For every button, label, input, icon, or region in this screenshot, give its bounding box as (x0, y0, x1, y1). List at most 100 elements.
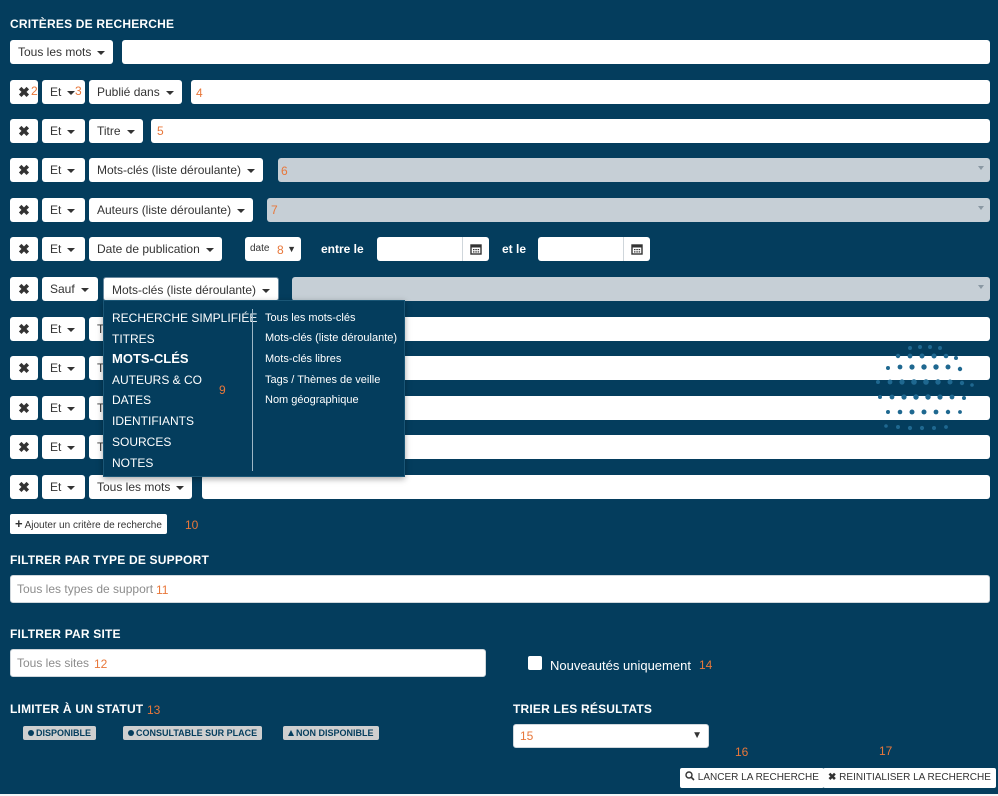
remove-row-button[interactable]: ✖ (10, 119, 38, 143)
field-select-row-7[interactable]: Mots-clés (liste déroulante) (103, 277, 280, 301)
operator-select-row-11[interactable]: Et (42, 435, 85, 459)
status-badge-unavailable[interactable]: NON DISPONIBLE (283, 726, 379, 740)
remove-row-button[interactable]: ✖ (10, 158, 38, 182)
field-select-row-5[interactable]: Auteurs (liste déroulante) (89, 198, 254, 222)
status-badge-available[interactable]: DISPONIBLE (23, 726, 97, 740)
date-mode-label: date (250, 243, 270, 254)
operator-label: Et (50, 361, 62, 375)
date-from-input[interactable] (377, 237, 489, 261)
operator-select-row-3[interactable]: Et (42, 119, 85, 143)
dropdown-category[interactable]: SOURCES (112, 435, 171, 449)
dropdown-category[interactable]: TITRES (112, 332, 155, 346)
close-icon: ✖ (18, 439, 30, 455)
dropdown-category[interactable]: IDENTIFIANTS (112, 414, 194, 428)
operator-select-row-8[interactable]: Et (42, 317, 85, 341)
search-term-input-row-1[interactable] (122, 40, 990, 64)
field-select-row-12[interactable]: Tous les mots (89, 475, 193, 499)
dot-icon (128, 730, 134, 736)
annotation-9: 9 (219, 383, 226, 397)
operator-select-row-6[interactable]: Et (42, 237, 85, 261)
close-icon: ✖ (18, 123, 30, 139)
remove-row-button[interactable]: ✖ (10, 317, 38, 341)
dropdown-category[interactable]: DATES (112, 393, 151, 407)
dropdown-divider (252, 309, 253, 471)
close-icon: ✖ (18, 321, 30, 337)
site-heading: FILTRER PAR SITE (10, 627, 121, 641)
operator-select-row-9[interactable]: Et (42, 356, 85, 380)
field-select-row-4[interactable]: Mots-clés (liste déroulante) (89, 158, 264, 182)
remove-row-button[interactable]: ✖ (10, 435, 38, 459)
field-select-row-6[interactable]: Date de publication (89, 237, 222, 261)
status-badge-onsite[interactable]: CONSULTABLE SUR PLACE (123, 726, 263, 740)
calendar-icon[interactable] (623, 237, 650, 261)
between-label: entre le (321, 242, 364, 256)
annotation-3: 3 (75, 84, 82, 98)
search-term-input-row-2[interactable] (191, 80, 990, 104)
field-select-row-1[interactable]: Tous les mots (10, 40, 114, 64)
keyword-select-row-7[interactable] (292, 277, 990, 301)
remove-row-button[interactable]: ✖ (10, 237, 38, 261)
and-label: et le (502, 242, 527, 256)
operator-label: Sauf (50, 282, 75, 296)
dropdown-category[interactable]: NOTES (112, 456, 153, 470)
dropdown-option[interactable]: Nom géographique (265, 394, 359, 406)
calendar-icon[interactable] (462, 237, 489, 261)
annotation-11: 11 (156, 583, 169, 597)
remove-row-button[interactable]: ✖ (10, 475, 38, 499)
caret-down-icon (126, 129, 135, 134)
small-caret-icon: ▼ (287, 244, 296, 254)
operator-select-row-4[interactable]: Et (42, 158, 85, 182)
annotation-17: 17 (879, 744, 893, 758)
search-term-input-row-12[interactable] (202, 475, 990, 499)
caret-down-icon (67, 208, 76, 213)
caret-down-icon (165, 90, 174, 95)
close-icon: ✖ (18, 162, 30, 178)
operator-label: Et (50, 322, 62, 336)
reset-search-button[interactable]: ✖ REINITIALISER LA RECHERCHE (823, 768, 996, 788)
date-mode-select[interactable]: date ▼ (245, 237, 301, 261)
plus-icon: + (15, 516, 23, 531)
remove-row-button[interactable]: ✖ (10, 396, 38, 420)
close-icon: ✖ (18, 281, 30, 297)
caret-down-icon (67, 327, 76, 332)
add-criterion-button[interactable]: + Ajouter un critère de recherche (10, 514, 167, 534)
dropdown-arrow-icon (978, 285, 984, 289)
remove-row-button[interactable]: ✖ (10, 198, 38, 222)
keyword-select-row-4[interactable] (278, 158, 990, 182)
caret-down-icon (237, 208, 246, 213)
field-select-label: Auteurs (liste déroulante) (97, 203, 232, 217)
launch-search-button[interactable]: LANCER LA RECHERCHE (680, 768, 824, 788)
field-select-row-3[interactable]: Titre (89, 119, 143, 143)
annotation-14: 14 (699, 658, 713, 672)
dropdown-option[interactable]: Tous les mots-clés (265, 312, 355, 324)
site-input[interactable]: Tous les sites (10, 649, 486, 677)
decorative-dots-icon (876, 345, 974, 431)
operator-label: Et (50, 242, 62, 256)
dropdown-option[interactable]: Mots-clés libres (265, 353, 341, 365)
field-select-row-2[interactable]: Publié dans (89, 80, 182, 104)
operator-select-row-10[interactable]: Et (42, 396, 85, 420)
caret-down-icon (67, 485, 76, 490)
close-icon: ✖ (18, 479, 30, 495)
date-to-input[interactable] (538, 237, 650, 261)
caret-down-icon (176, 485, 185, 490)
support-heading: FILTRER PAR TYPE DE SUPPORT (10, 553, 209, 567)
dropdown-category[interactable]: AUTEURS & CO (112, 373, 202, 387)
search-term-input-row-3[interactable] (151, 119, 990, 143)
remove-row-button[interactable]: ✖ (10, 356, 38, 380)
sort-select[interactable]: 15 ▼ (513, 724, 709, 748)
dropdown-option[interactable]: Tags / Thèmes de veille (265, 374, 380, 386)
dropdown-option[interactable]: Mots-clés (liste déroulante) (265, 332, 397, 344)
remove-row-button[interactable]: ✖ (10, 277, 38, 301)
status-label: CONSULTABLE SUR PLACE (136, 728, 258, 738)
annotation-10: 10 (185, 518, 199, 532)
dropdown-category-active[interactable]: MOTS-CLÉS (112, 351, 189, 366)
dropdown-category[interactable]: RECHERCHE SIMPLIFIÉE (112, 311, 257, 325)
operator-select-row-5[interactable]: Et (42, 198, 85, 222)
add-criterion-label: Ajouter un critère de recherche (24, 520, 162, 531)
author-select-row-5[interactable] (267, 198, 990, 222)
operator-select-row-12[interactable]: Et (42, 475, 85, 499)
close-icon: ✖ (18, 360, 30, 376)
operator-select-row-7[interactable]: Sauf (42, 277, 98, 301)
new-only-checkbox[interactable] (528, 656, 542, 670)
